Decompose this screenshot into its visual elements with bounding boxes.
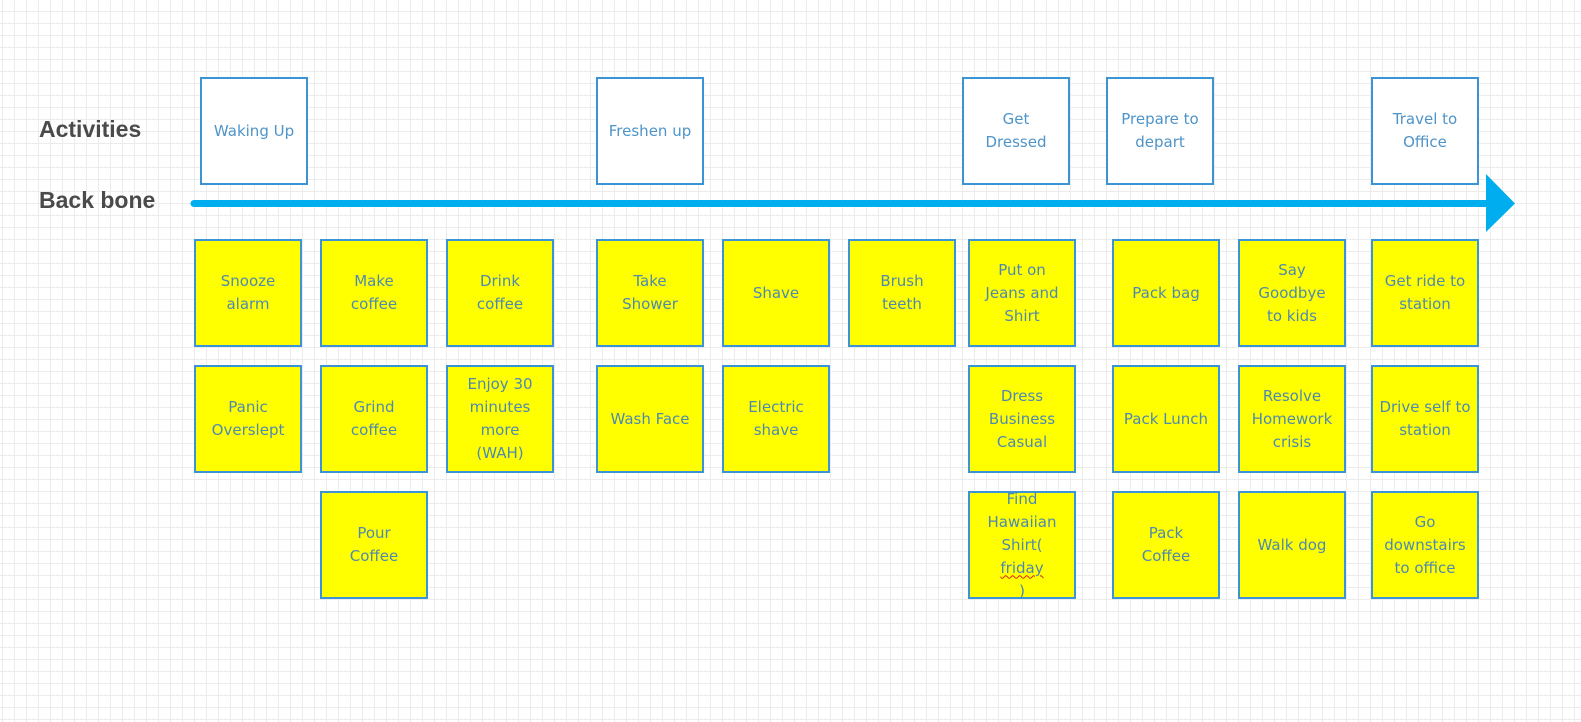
task-label: Find Hawaiian Shirt(friday) [974,488,1070,603]
task-card[interactable]: Pack Coffee [1112,491,1220,599]
task-label: Take Shower [622,272,678,313]
activity-waking-up[interactable]: Waking Up [200,77,308,185]
task-card[interactable]: Grind coffee [320,365,428,473]
task-label: Snooze alarm [220,272,276,313]
task-label: Put on Jeans and Shirt [985,260,1059,325]
task-card[interactable]: Take Shower [596,239,704,347]
task-card[interactable]: Shave [722,239,830,347]
task-card[interactable]: Dress Business Casual [968,365,1076,473]
task-label: Pack Coffee [1141,524,1191,565]
activity-label: Get Dressed [985,110,1047,151]
task-label: Brush teeth [880,272,924,313]
activity-label: Freshen up [608,121,692,140]
task-card[interactable]: Say Goodbye to kids [1238,239,1346,347]
activity-get-dressed[interactable]: Get Dressed [962,77,1070,185]
backbone-arrowhead[interactable] [1486,174,1515,232]
task-card[interactable]: Get ride to station [1371,239,1479,347]
task-card-hawaiian-shirt[interactable]: Find Hawaiian Shirt(friday) [968,490,1076,600]
task-label-text: Find Hawaiian Shirt(friday) [974,488,1070,603]
task-card[interactable]: Drive self to station [1371,365,1479,473]
activity-label: Waking Up [213,121,295,140]
task-card[interactable]: Brush teeth [848,239,956,347]
task-card[interactable]: Snooze alarm [194,239,302,347]
activity-freshen-up[interactable]: Freshen up [596,77,704,185]
task-card[interactable]: Walk dog [1238,491,1346,599]
task-card[interactable]: Pack Lunch [1112,365,1220,473]
task-card[interactable]: Panic Overslept [194,365,302,473]
task-label: Electric shave [748,398,804,439]
task-card[interactable]: Drink coffee [446,239,554,347]
task-card[interactable]: Resolve Homework crisis [1238,365,1346,473]
task-label: Say Goodbye to kids [1258,260,1326,325]
task-label: Go downstairs to office [1384,512,1466,577]
task-label: Make coffee [350,272,398,313]
task-label: Shave [752,283,800,302]
task-label: Grind coffee [350,398,398,439]
spellcheck-flagged-word[interactable]: friday [974,557,1070,580]
task-label: Drink coffee [476,272,524,313]
task-label: Get ride to station [1384,272,1466,313]
task-label: Enjoy 30 minutes more (WAH) [467,375,533,462]
task-label: Wash Face [610,409,690,428]
task-card[interactable]: Pack bag [1112,239,1220,347]
activity-prepare-to-depart[interactable]: Prepare to depart [1106,77,1214,185]
task-label: Pack Lunch [1123,409,1209,428]
task-card[interactable]: Wash Face [596,365,704,473]
activity-travel-to-office[interactable]: Travel to Office [1371,77,1479,185]
task-card[interactable]: Pour Coffee [320,491,428,599]
task-card[interactable]: Electric shave [722,365,830,473]
task-label: Resolve Homework crisis [1251,386,1333,451]
activity-label: Prepare to depart [1121,110,1199,151]
task-label: Walk dog [1257,535,1327,554]
task-label: Dress Business Casual [988,386,1056,451]
task-label: Drive self to station [1379,398,1471,439]
task-card[interactable]: Go downstairs to office [1371,491,1479,599]
task-card[interactable]: Make coffee [320,239,428,347]
task-card[interactable]: Enjoy 30 minutes more (WAH) [446,365,554,473]
activity-label: Travel to Office [1392,110,1458,151]
task-card[interactable]: Put on Jeans and Shirt [968,239,1076,347]
task-label: Pour Coffee [349,524,399,565]
task-label: Panic Overslept [211,398,285,439]
task-label: Pack bag [1132,283,1200,302]
